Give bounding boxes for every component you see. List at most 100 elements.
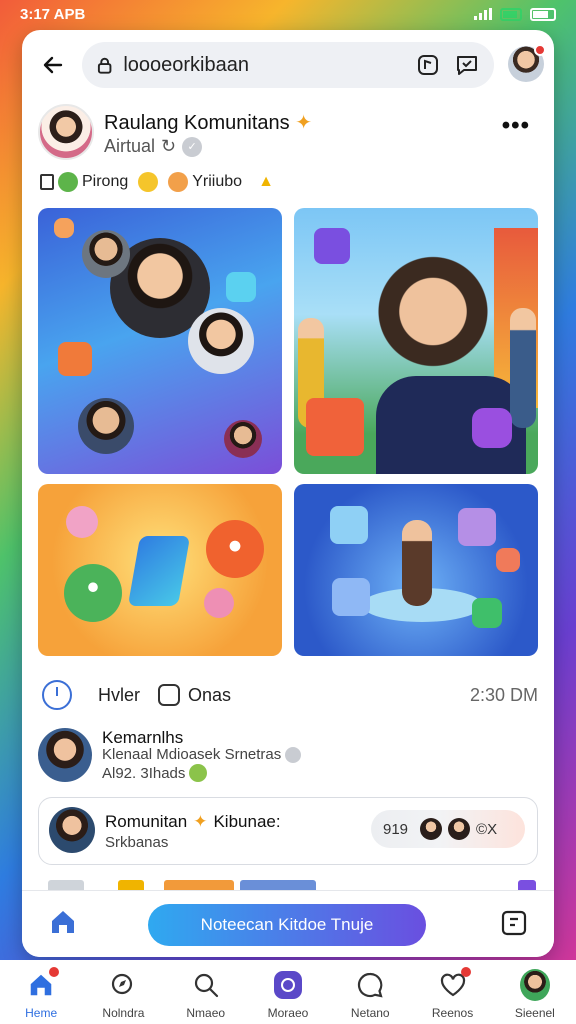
post-header: Raulang Komunitans ✦ Airtual ↻ ✓ ••• xyxy=(38,102,538,162)
back-button[interactable] xyxy=(38,50,68,80)
action-1-label[interactable]: Hvler xyxy=(98,685,140,706)
heart-icon xyxy=(438,967,471,1000)
nav-label: Sieenel xyxy=(514,1006,555,1020)
emoji-icon xyxy=(189,764,208,782)
post-card: Raulang Komunitans ✦ Airtual ↻ ✓ ••• Pir… xyxy=(22,30,554,957)
child-image xyxy=(510,308,536,428)
chat-icon xyxy=(355,970,385,1000)
top-bar xyxy=(22,42,554,88)
reactor-avatar xyxy=(448,818,471,840)
status-bar: 3:17 APB xyxy=(0,0,576,28)
address-bar[interactable] xyxy=(82,42,494,88)
checkbox-icon xyxy=(40,174,54,190)
nav-item-profile[interactable]: Sieenel xyxy=(499,969,571,1020)
post-time: 2:30 DM xyxy=(469,684,538,705)
share-icon[interactable] xyxy=(500,907,528,937)
sync-icon: ↻ xyxy=(161,136,177,156)
bubble-icon xyxy=(66,506,98,538)
author-avatar[interactable] xyxy=(38,104,94,160)
tag-1-label[interactable]: Pirong xyxy=(82,173,128,191)
comment-meta: Srkbanas xyxy=(105,834,169,851)
commenter-avatar[interactable] xyxy=(38,728,92,782)
next-post-peek xyxy=(38,880,538,890)
commenter-name[interactable]: Kemarnlhs xyxy=(102,728,183,748)
bottom-nav: Heme Nolndra Nmaeo Moraeo Netano Reenos xyxy=(0,960,576,1024)
music-app-icon xyxy=(314,228,350,264)
commenter-avatar[interactable] xyxy=(49,807,95,853)
notification-dot xyxy=(534,44,546,56)
nav-label: Moraeo xyxy=(267,1006,309,1020)
profile-avatar[interactable] xyxy=(508,44,546,82)
reactor-avatar xyxy=(420,818,443,840)
comment-item-highlighted[interactable]: Romunitan ✦ Kibunae: Srkbanas 919 ©X xyxy=(38,797,538,865)
signal-icon xyxy=(474,8,492,20)
nav-item-home[interactable]: Heme xyxy=(5,967,77,1020)
nav-item-search[interactable]: Nmaeo xyxy=(170,970,242,1020)
comment-icon[interactable] xyxy=(158,684,181,706)
verified-icon: ✓ xyxy=(182,136,203,157)
tag-2-label[interactable]: Yriiubo xyxy=(192,173,242,191)
media-tile-family[interactable] xyxy=(38,208,282,474)
person-image xyxy=(82,230,130,278)
reaction-pill[interactable]: 919 ©X xyxy=(371,810,525,848)
comment-meta: Al92. 3Ihads xyxy=(102,764,186,782)
commenter-name-row: Romunitan ✦ Kibunae: xyxy=(105,812,281,832)
person-image xyxy=(370,244,496,394)
comment-text-row: Klenaal Mdioasek Srnetras xyxy=(102,746,302,763)
explore-icon xyxy=(108,970,138,1000)
home-icon[interactable] xyxy=(48,907,78,937)
battery-saver-icon xyxy=(500,7,522,21)
photo-icon xyxy=(332,578,370,616)
address-input[interactable] xyxy=(123,53,403,77)
post-subtitle-text: Airtual xyxy=(104,136,156,156)
photo-icon xyxy=(330,506,368,544)
nav-item-explore[interactable]: Nolndra xyxy=(87,970,159,1020)
reaction-count: 919 xyxy=(383,820,409,838)
post-subtitle: Airtual ↻ ✓ xyxy=(104,136,203,157)
sparkle-icon: ✦ xyxy=(193,812,208,831)
sticker-icon[interactable] xyxy=(414,51,441,79)
green-monster-image xyxy=(64,564,122,622)
nav-label: Nmaeo xyxy=(186,1006,226,1020)
cube-icon xyxy=(306,398,364,456)
nav-label: Reenos xyxy=(431,1006,474,1020)
app-icon xyxy=(58,342,92,376)
bottom-action-bar: Noteecan Kitdoe Tnuje xyxy=(22,890,554,957)
comment-item[interactable]: Kemarnlhs Klenaal Mdioasek Srnetras Al92… xyxy=(38,728,538,786)
verified-icon xyxy=(285,746,302,763)
dancer-image xyxy=(402,520,432,606)
primary-cta-button[interactable]: Noteecan Kitdoe Tnuje xyxy=(148,904,426,946)
emoji-icon xyxy=(138,172,159,192)
nav-item-create[interactable]: Moraeo xyxy=(252,970,324,1020)
profile-avatar-icon xyxy=(519,969,550,1001)
chat-bubble-icon xyxy=(472,408,512,448)
message-check-icon[interactable] xyxy=(453,51,480,79)
commenter-name-suffix: Kibunae: xyxy=(213,812,281,831)
nav-label: Heme xyxy=(25,1006,58,1020)
more-options-button[interactable]: ••• xyxy=(502,112,530,140)
timer-icon[interactable] xyxy=(42,680,72,710)
nav-item-activity[interactable]: Reenos xyxy=(417,967,489,1020)
person-image xyxy=(188,308,254,374)
red-monster-image xyxy=(206,520,264,578)
document-icon xyxy=(226,272,256,302)
media-tile-teacher[interactable] xyxy=(294,208,538,474)
warning-icon: ▲ xyxy=(258,173,274,190)
create-icon xyxy=(273,970,303,1000)
commenter-name[interactable]: Romunitan xyxy=(105,812,187,832)
broccoli-icon xyxy=(58,172,78,192)
status-icons xyxy=(474,7,556,21)
post-title[interactable]: Raulang Komunitans ✦ xyxy=(104,110,312,135)
action-2-label[interactable]: Onas xyxy=(188,685,231,706)
media-tile-dance[interactable] xyxy=(294,484,538,656)
comment-meta-row: Al92. 3Ihads xyxy=(102,764,208,782)
cookie-icon xyxy=(168,172,189,192)
media-tile-characters[interactable] xyxy=(38,484,282,656)
nav-item-chat[interactable]: Netano xyxy=(334,970,406,1020)
battery-icon xyxy=(530,7,556,21)
puzzle-icon xyxy=(472,598,502,628)
note-icon xyxy=(54,218,74,238)
nav-label: Nolndra xyxy=(102,1006,145,1020)
notification-dot xyxy=(460,967,471,977)
post-meta-row: Hvler Onas 2:30 DM xyxy=(42,680,538,710)
